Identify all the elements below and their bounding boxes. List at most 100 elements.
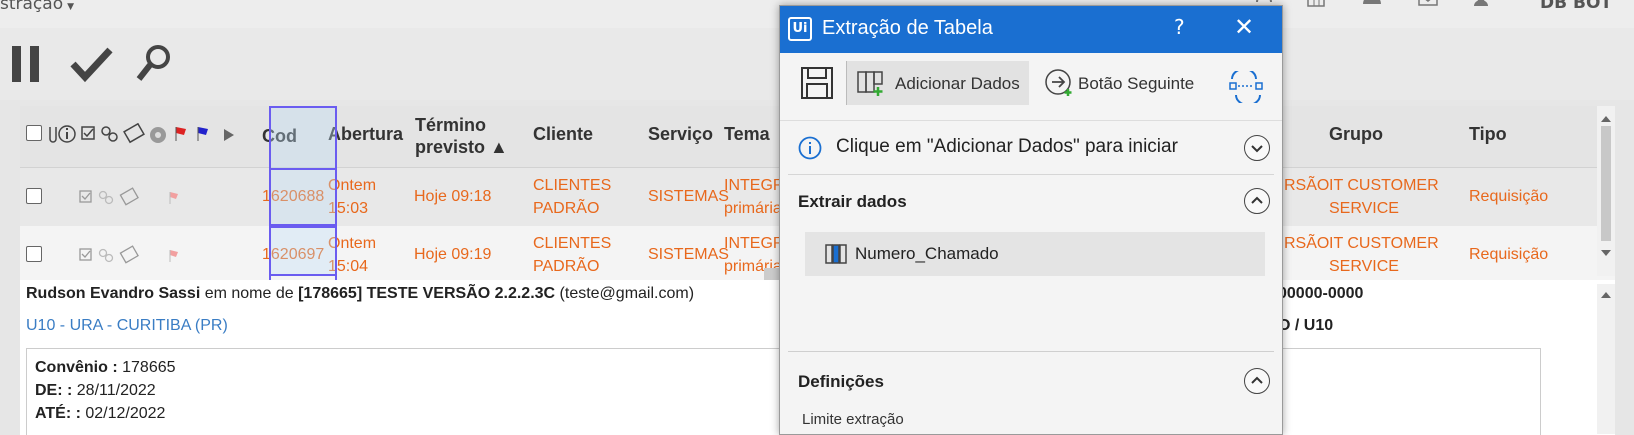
col-header-termino-line1: Término xyxy=(415,115,487,135)
settings-title: Definições xyxy=(798,372,884,391)
extracted-column-item[interactable]: Numero_Chamado xyxy=(805,232,1265,276)
cell-grupo: IT CUSTOMER SERVICE xyxy=(1329,232,1439,278)
correlate-icon[interactable] xyxy=(1228,71,1264,103)
mail-icon[interactable] xyxy=(1418,0,1438,10)
cell-tema-line1: INTEGR xyxy=(724,235,785,252)
pause-icon[interactable] xyxy=(6,44,50,84)
dialog-toolbar: Adicionar Dados Botão Seguinte xyxy=(780,53,1282,121)
dialog-title-bar[interactable]: Ui Extração de Tabela ? ✕ xyxy=(780,6,1282,53)
screen: stração ▼ DB BOT Cod Abertura Término pr… xyxy=(0,0,1634,435)
requester-name[interactable]: Rudson Evandro Sassi xyxy=(26,285,200,302)
cell-cliente-line1: CLIENTES xyxy=(533,235,612,252)
col-header-tipo[interactable]: Tipo xyxy=(1469,124,1507,145)
gear-icon xyxy=(150,127,166,143)
col-header-cod[interactable]: Cod xyxy=(262,126,297,147)
red-flag-icon xyxy=(175,127,186,141)
add-table-icon xyxy=(857,71,883,96)
checkbox-check-icon xyxy=(81,126,95,140)
field-label: ATÉ: : xyxy=(35,405,81,422)
chevron-up-icon xyxy=(1251,196,1263,204)
col-header-grupo[interactable]: Grupo xyxy=(1329,124,1383,145)
col-header-tema[interactable]: Tema xyxy=(724,124,770,145)
cell-cliente-line2: PADRÃO xyxy=(533,258,600,275)
next-button-label: Botão Seguinte xyxy=(1078,74,1195,93)
help-button[interactable]: ? xyxy=(1174,15,1185,39)
next-button-selector[interactable]: Botão Seguinte xyxy=(1042,61,1212,105)
header-icon-strip xyxy=(49,123,234,144)
administration-menu[interactable]: stração ▼ xyxy=(0,0,74,14)
cell-cliente-line1: CLIENTES xyxy=(533,177,612,194)
row-checkbox[interactable] xyxy=(26,188,42,204)
section-divider xyxy=(788,351,1274,352)
blue-flag-icon xyxy=(197,127,208,141)
location-link[interactable]: U10 - URA - CURITIBA (PR) xyxy=(26,317,228,335)
save-icon[interactable] xyxy=(800,66,834,100)
info-message: Clique em "Adicionar Dados" para iniciar xyxy=(836,136,1178,157)
scroll-arrows-icon xyxy=(1601,116,1611,256)
next-arrow-icon xyxy=(1045,69,1072,96)
field-label: Convênio : xyxy=(35,359,118,376)
cell-cliente: CLIENTES PADRÃO xyxy=(533,174,611,220)
cell-grupo-line1: IT CUSTOMER xyxy=(1329,235,1439,252)
detail-scrollbar[interactable] xyxy=(1597,284,1615,434)
search-icon[interactable] xyxy=(134,44,178,84)
extracted-column-name: Numero_Chamado xyxy=(855,244,999,263)
field-de: DE: : 28/11/2022 xyxy=(35,382,156,400)
requester-email: (teste@gmail.com) xyxy=(555,285,695,302)
dashboard-icon[interactable] xyxy=(1362,0,1382,10)
dialog-title: Extração de Tabela xyxy=(822,17,993,39)
field-value: 02/12/2022 xyxy=(80,405,166,422)
col-header-termino[interactable]: Término previsto ▲ xyxy=(415,114,508,158)
requester-line: Rudson Evandro Sassi em nome de [178665]… xyxy=(26,285,694,303)
field-value: 178665 xyxy=(117,359,176,376)
cell-servico: SISTEMAS xyxy=(648,188,729,205)
row-checkbox[interactable] xyxy=(26,246,42,262)
cell-versao: RSÃO xyxy=(1284,235,1330,252)
play-icon xyxy=(224,129,234,141)
calendar-grid-icon[interactable] xyxy=(1306,0,1326,10)
cell-cliente-line2: PADRÃO xyxy=(533,200,600,217)
collapse-settings-button[interactable] xyxy=(1244,368,1270,394)
col-header-servico[interactable]: Serviço xyxy=(648,124,713,145)
row-status-icons xyxy=(79,187,178,206)
cell-grupo-line1: IT CUSTOMER xyxy=(1329,177,1439,194)
scroll-thumb[interactable] xyxy=(764,268,780,280)
cell-tema-line2: primária xyxy=(724,200,782,217)
col-header-cliente[interactable]: Cliente xyxy=(533,124,593,145)
cell-tipo: Requisição xyxy=(1469,246,1549,263)
cell-grupo-line2: SERVICE xyxy=(1329,200,1399,217)
row-status-icons xyxy=(79,245,178,264)
field-ate: ATÉ: : 02/12/2022 xyxy=(35,405,165,423)
add-data-button[interactable]: Adicionar Dados xyxy=(846,61,1029,105)
phone-value: 00000-0000 xyxy=(1278,285,1364,302)
user-name[interactable]: DB BOT xyxy=(1540,0,1612,13)
cell-cliente: CLIENTES PADRÃO xyxy=(533,232,611,278)
cod-cell-highlight xyxy=(269,226,337,284)
add-data-label: Adicionar Dados xyxy=(895,74,1020,93)
field-convenio: Convênio : 178665 xyxy=(35,359,176,377)
expand-info-button[interactable] xyxy=(1244,135,1270,161)
on-behalf-text: em nome de xyxy=(200,285,299,302)
close-button[interactable]: ✕ xyxy=(1234,13,1254,41)
check-icon[interactable] xyxy=(70,44,114,84)
chevron-down-icon xyxy=(1251,145,1263,153)
col-header-abertura[interactable]: Abertura xyxy=(328,124,403,145)
table-extraction-dialog: Ui Extração de Tabela ? ✕ Adicionar Dado… xyxy=(779,5,1283,435)
cell-tipo: Requisição xyxy=(1469,188,1549,205)
cell-tema-line1: INTEGR xyxy=(724,177,785,194)
collapse-extract-button[interactable] xyxy=(1244,188,1270,214)
select-all-checkbox[interactable] xyxy=(26,125,42,141)
organization-name: [178665] TESTE VERSÃO 2.2.2.3C xyxy=(298,285,556,302)
chevron-down-icon: ▼ xyxy=(67,2,75,12)
cell-grupo: IT CUSTOMER SERVICE xyxy=(1329,174,1439,220)
table-scrollbar[interactable] xyxy=(1597,106,1615,276)
attachment-icon xyxy=(49,127,57,143)
extraction-limit-label: Limite extração xyxy=(802,411,904,428)
cell-termino: Hoje 09:19 xyxy=(414,246,492,263)
field-value: 28/11/2022 xyxy=(72,382,156,399)
cell-versao: RSÃO xyxy=(1284,177,1330,194)
info-banner: Clique em "Adicionar Dados" para iniciar xyxy=(788,123,1274,175)
administration-menu-label: stração xyxy=(0,0,64,14)
uipath-logo-icon: Ui xyxy=(788,17,812,41)
info-icon xyxy=(58,125,76,143)
